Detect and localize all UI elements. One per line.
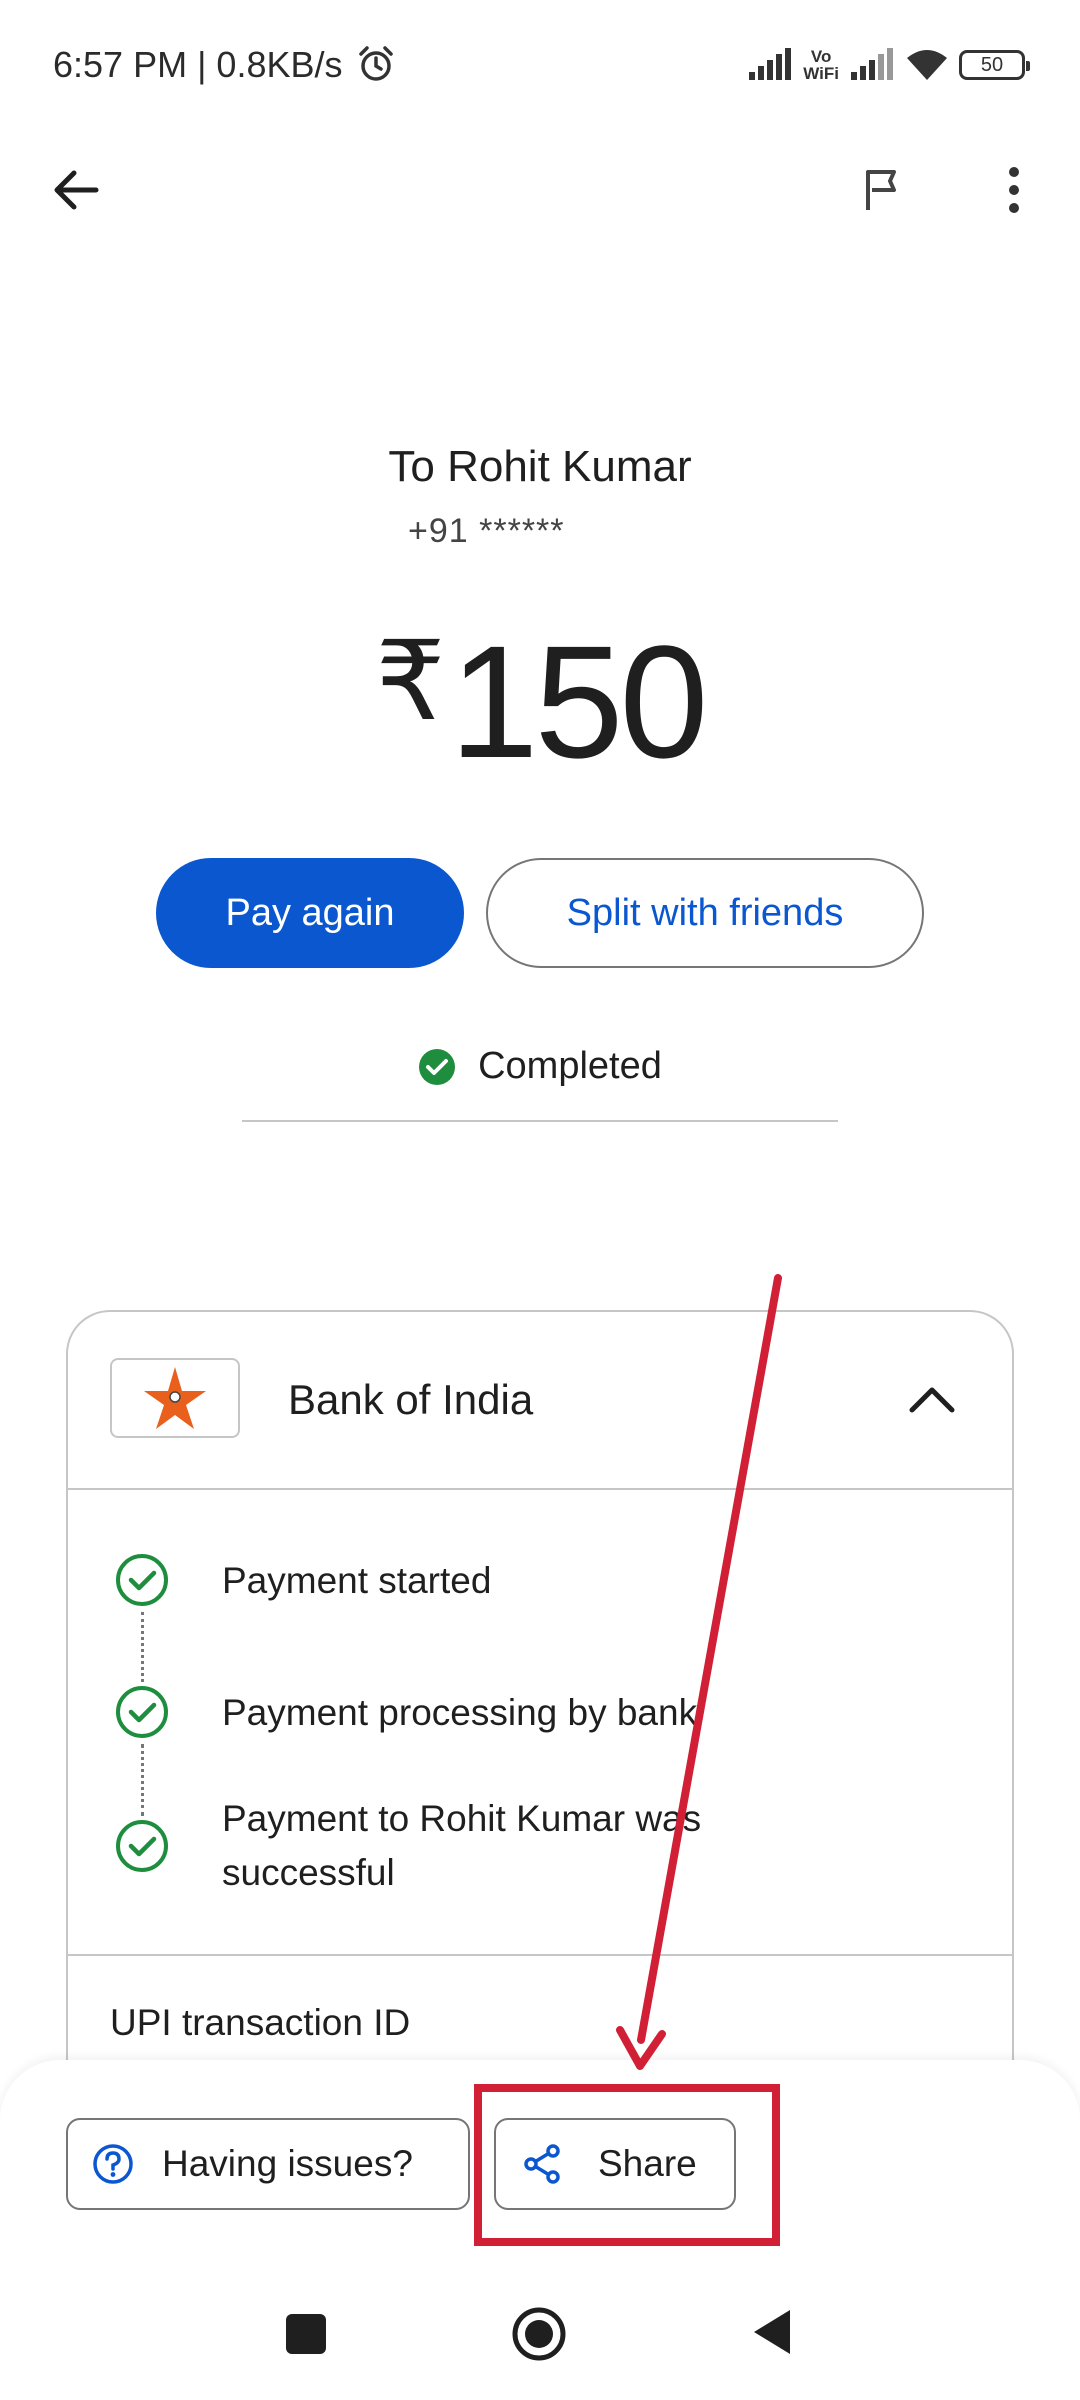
transaction-details-card: Bank of India Payment started Payment pr… xyxy=(66,1310,1014,2130)
upi-transaction-id-label: UPI transaction ID xyxy=(110,2002,411,2043)
card-divider xyxy=(68,1954,1012,1956)
amount: ₹150 xyxy=(0,610,1080,794)
currency-symbol: ₹ xyxy=(375,620,446,743)
step-connector xyxy=(141,1744,144,1816)
status-icons: Vo WiFi 50 xyxy=(747,40,1030,90)
vowifi-line2: WiFi xyxy=(803,64,839,83)
bank-name: Bank of India xyxy=(288,1376,534,1423)
wifi-icon xyxy=(907,50,947,80)
step-check-icon xyxy=(116,1686,168,1738)
step-connector xyxy=(141,1612,144,1682)
chevron-up-icon[interactable] xyxy=(906,1378,958,1418)
vowifi-icon: Vo WiFi xyxy=(803,48,839,82)
more-vert-icon[interactable] xyxy=(990,164,1038,216)
back-arrow-icon[interactable] xyxy=(50,164,102,216)
flag-icon[interactable] xyxy=(858,164,906,216)
bank-star-icon xyxy=(144,1367,206,1429)
vowifi-line1: Vo xyxy=(810,47,832,66)
step-success-label: Payment to Rohit Kumar was successful xyxy=(222,1798,702,1893)
signal-icon xyxy=(749,48,792,80)
home-button[interactable] xyxy=(510,2305,568,2363)
pay-again-button[interactable]: Pay again xyxy=(156,858,464,968)
check-circle-icon xyxy=(419,1048,456,1085)
help-icon xyxy=(93,2144,133,2184)
alarm-icon xyxy=(359,46,393,81)
recipient-name: To Rohit Kumar xyxy=(388,442,692,491)
nav-back-button[interactable] xyxy=(752,2308,792,2356)
recipient-phone: +91 ****** xyxy=(408,512,565,550)
signal-icon-2 xyxy=(851,48,893,80)
bank-logo xyxy=(110,1358,240,1438)
card-divider xyxy=(68,1488,1012,1490)
having-issues-button[interactable]: Having issues? xyxy=(66,2118,470,2210)
completed-status: Completed xyxy=(0,1045,1080,1088)
step-check-icon xyxy=(116,1820,168,1872)
step-processing-label: Payment processing by bank xyxy=(222,1692,698,1733)
step-check-icon xyxy=(116,1554,168,1606)
recents-button[interactable] xyxy=(286,2314,326,2354)
status-time: 6:57 PM | 0.8KB/s xyxy=(53,44,343,85)
battery-icon: 50 xyxy=(959,50,1030,80)
status-label: Completed xyxy=(478,1045,662,1087)
amount-value: 150 xyxy=(449,612,709,791)
step-started-label: Payment started xyxy=(222,1560,492,1601)
divider xyxy=(242,1120,838,1122)
split-with-friends-button[interactable]: Split with friends xyxy=(486,858,924,968)
having-issues-label: Having issues? xyxy=(162,2143,413,2184)
annotation-highlight-box xyxy=(474,2084,780,2246)
status-bar: 6:57 PM | 0.8KB/s Vo WiFi 50 xyxy=(0,0,1080,130)
